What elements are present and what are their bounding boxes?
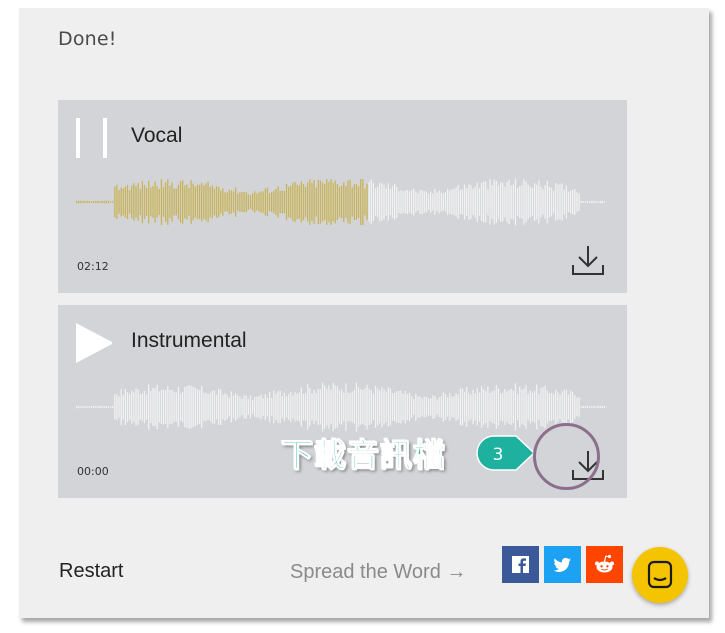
download-icon[interactable] — [571, 243, 605, 277]
status-text: Done! — [58, 28, 117, 50]
play-icon[interactable] — [76, 323, 112, 363]
waveform[interactable] — [76, 170, 606, 234]
facebook-icon — [512, 556, 529, 573]
twitter-share-button[interactable] — [544, 546, 581, 583]
track-title: Instrumental — [131, 329, 247, 352]
restart-button[interactable]: Restart — [59, 560, 123, 583]
track-time: 00:00 — [77, 465, 109, 478]
track-time: 02:12 — [77, 260, 109, 273]
reddit-icon — [595, 554, 614, 573]
step-badge: 3 — [476, 435, 536, 471]
reddit-share-button[interactable] — [586, 546, 623, 583]
facebook-share-button[interactable] — [502, 546, 539, 583]
spread-the-word-label: Spread the Word → — [290, 561, 467, 583]
chat-icon — [647, 560, 673, 589]
pause-icon[interactable] — [76, 118, 112, 158]
chat-button[interactable] — [632, 547, 688, 603]
track-vocal: Vocal 02:12 — [58, 100, 627, 293]
app-panel: Done! Vocal 02:12 Instrumental 00:00 Res… — [19, 8, 709, 618]
highlight-ring — [533, 423, 600, 490]
step-number: 3 — [493, 445, 504, 465]
track-title: Vocal — [131, 124, 183, 147]
twitter-icon — [553, 557, 571, 572]
annotation-download-label: 下載音訊檔 — [280, 436, 447, 475]
